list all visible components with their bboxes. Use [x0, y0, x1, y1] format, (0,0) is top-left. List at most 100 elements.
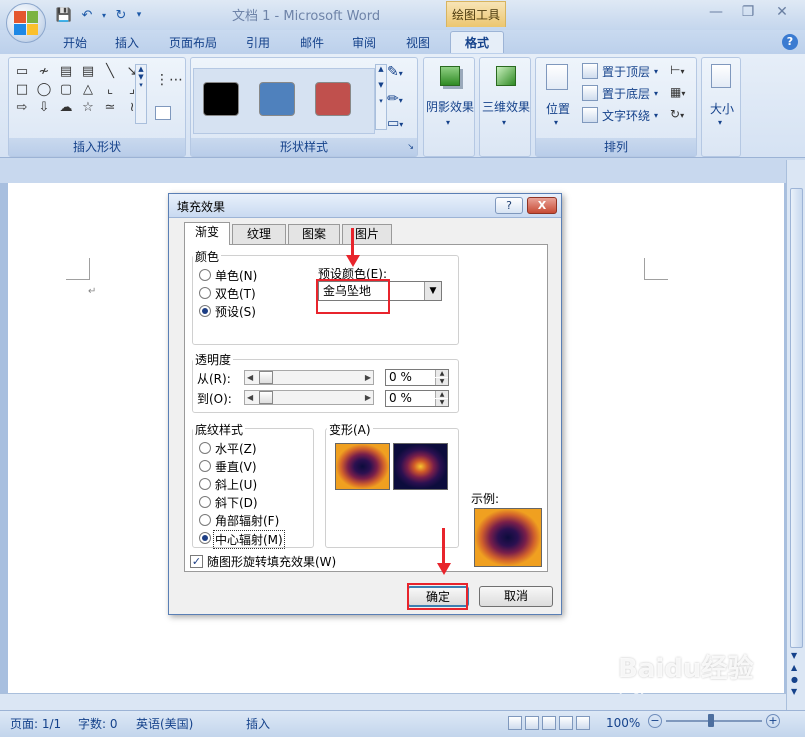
- radio-diagonal-up[interactable]: [199, 478, 211, 490]
- save-icon[interactable]: 💾: [54, 5, 74, 25]
- tab-texture[interactable]: 纹理: [232, 224, 286, 244]
- textbox-a-icon[interactable]: ▤: [57, 64, 75, 79]
- tab-gradient[interactable]: 渐变: [184, 222, 230, 245]
- tab-insert[interactable]: 插入: [104, 31, 150, 53]
- full-screen-reading-icon[interactable]: [525, 716, 539, 730]
- edit-shape-icon[interactable]: ⋮⋯: [155, 72, 183, 88]
- shapes-gallery-scroll[interactable]: ▲ ▼ ▾: [135, 64, 147, 124]
- zoom-slider-thumb[interactable]: [708, 714, 714, 727]
- style-swatch-black[interactable]: [203, 82, 239, 116]
- tab-home[interactable]: 开始: [52, 31, 98, 53]
- styles-gallery-scroll[interactable]: ▲ ▼ ▾: [375, 64, 387, 130]
- from-slider[interactable]: ◀ ▶: [244, 370, 374, 385]
- slider-left-icon[interactable]: ◀: [247, 391, 253, 404]
- star-shape-icon[interactable]: ☆: [79, 100, 97, 115]
- brace-shape-icon[interactable]: ≃: [101, 100, 119, 115]
- radio-diagonal-down[interactable]: [199, 496, 211, 508]
- tab-references[interactable]: 引用: [236, 31, 280, 53]
- variant-2[interactable]: [393, 443, 448, 490]
- style-swatch-red[interactable]: [315, 82, 351, 116]
- minimize-icon[interactable]: —: [706, 4, 726, 22]
- shadow-effects-group[interactable]: 阴影效果 ▾: [423, 57, 475, 157]
- cancel-button[interactable]: 取消: [479, 586, 553, 607]
- change-shape-icon[interactable]: ▭▾: [387, 116, 403, 131]
- radio-horizontal[interactable]: [199, 442, 211, 454]
- rectangle-shape-icon[interactable]: □: [13, 82, 31, 97]
- help-icon[interactable]: ?: [782, 34, 798, 50]
- dialog-help-button[interactable]: ?: [495, 197, 523, 214]
- spin-up-icon[interactable]: ▲: [435, 391, 448, 398]
- vertical-scrollbar[interactable]: ▼ ▲ ● ▼: [786, 160, 805, 710]
- status-page[interactable]: 页面: 1/1: [10, 714, 61, 732]
- to-slider[interactable]: ◀ ▶: [244, 390, 374, 405]
- radio-one-color[interactable]: [199, 269, 211, 281]
- tab-picture[interactable]: 图片: [342, 224, 392, 244]
- radio-two-colors[interactable]: [199, 287, 211, 299]
- slider-left-icon[interactable]: ◀: [247, 371, 253, 384]
- elbow-connector-icon[interactable]: ⌞: [101, 82, 119, 97]
- status-insert-mode[interactable]: 插入: [246, 714, 270, 732]
- callout-shape-icon[interactable]: ☁: [57, 100, 75, 115]
- web-layout-icon[interactable]: [542, 716, 556, 730]
- to-spinner[interactable]: 0 % ▲ ▼: [385, 390, 449, 407]
- tab-page-layout[interactable]: 页面布局: [158, 31, 228, 53]
- close-window-icon[interactable]: ✕: [772, 4, 792, 22]
- down-arrow-shape-icon[interactable]: ⇩: [35, 100, 53, 115]
- freeform-shape-icon[interactable]: ≁: [35, 64, 53, 79]
- style-swatch-blue[interactable]: [259, 82, 295, 116]
- tab-view[interactable]: 视图: [396, 31, 440, 53]
- dialog-close-button[interactable]: X: [527, 197, 557, 214]
- status-language[interactable]: 英语(美国): [136, 714, 193, 732]
- scroll-thumb[interactable]: [790, 188, 803, 648]
- rounded-rect-icon[interactable]: ▢: [57, 82, 75, 97]
- position-icon[interactable]: [546, 64, 568, 90]
- bring-to-front-button[interactable]: 置于顶层 ▾: [582, 61, 658, 81]
- dialog-launcher-icon[interactable]: ↘: [407, 138, 414, 156]
- spin-up-icon[interactable]: ▲: [435, 370, 448, 377]
- zoom-level[interactable]: 100%: [606, 714, 640, 732]
- variant-1[interactable]: [335, 443, 390, 490]
- scroll-nav-icons[interactable]: ▼ ▲ ● ▼: [791, 650, 798, 698]
- line-shape-icon[interactable]: ╲: [101, 64, 119, 79]
- size-group[interactable]: 大小 ▾: [701, 57, 741, 157]
- position-label[interactable]: 位置: [540, 100, 576, 117]
- tab-review[interactable]: 审阅: [342, 31, 386, 53]
- tab-mailings[interactable]: 邮件: [290, 31, 334, 53]
- right-arrow-shape-icon[interactable]: ⇨: [13, 100, 31, 115]
- draft-icon[interactable]: [576, 716, 590, 730]
- radio-vertical[interactable]: [199, 460, 211, 472]
- tab-format[interactable]: 格式: [450, 31, 504, 53]
- text-wrap-button[interactable]: 文字环绕 ▾: [582, 105, 658, 125]
- oval-shape-icon[interactable]: ◯: [35, 82, 53, 97]
- slider-right-icon[interactable]: ▶: [365, 371, 371, 384]
- restore-icon[interactable]: ❐: [738, 4, 758, 22]
- customize-qat-icon[interactable]: ▾: [134, 5, 144, 25]
- vertical-textbox-icon[interactable]: ▤: [79, 64, 97, 79]
- shape-fill-icon[interactable]: ✎▾: [387, 64, 403, 80]
- spin-down-icon[interactable]: ▼: [435, 399, 448, 406]
- zoom-in-icon[interactable]: +: [766, 714, 780, 728]
- status-words[interactable]: 字数: 0: [78, 714, 118, 732]
- rotate-icon[interactable]: ↻▾: [670, 107, 684, 121]
- group-icon[interactable]: ▦▾: [670, 85, 685, 99]
- radio-from-corner[interactable]: [199, 514, 211, 526]
- outline-icon[interactable]: [559, 716, 573, 730]
- zoom-out-icon[interactable]: −: [648, 714, 662, 728]
- shape-outline-icon[interactable]: ✏▾: [387, 91, 403, 107]
- send-to-back-button[interactable]: 置于底层 ▾: [582, 83, 658, 103]
- radio-from-center[interactable]: [199, 532, 211, 544]
- chevron-down-icon[interactable]: ▼: [424, 282, 441, 300]
- to-slider-thumb[interactable]: [259, 391, 273, 404]
- align-icon[interactable]: ⊢▾: [670, 63, 684, 77]
- print-layout-icon[interactable]: [508, 716, 522, 730]
- 3d-effects-group[interactable]: 三维效果 ▾: [479, 57, 531, 157]
- from-slider-thumb[interactable]: [259, 371, 273, 384]
- draw-textbox-icon[interactable]: [155, 106, 171, 120]
- horizontal-scrollbar[interactable]: [0, 693, 786, 710]
- undo-icon[interactable]: ↶: [77, 5, 97, 25]
- radio-preset[interactable]: [199, 305, 211, 317]
- rotate-with-shape-checkbox[interactable]: ✓: [190, 555, 203, 568]
- triangle-shape-icon[interactable]: △: [79, 82, 97, 97]
- undo-dropdown-icon[interactable]: ▾: [100, 5, 108, 25]
- zoom-slider-track[interactable]: [666, 720, 762, 722]
